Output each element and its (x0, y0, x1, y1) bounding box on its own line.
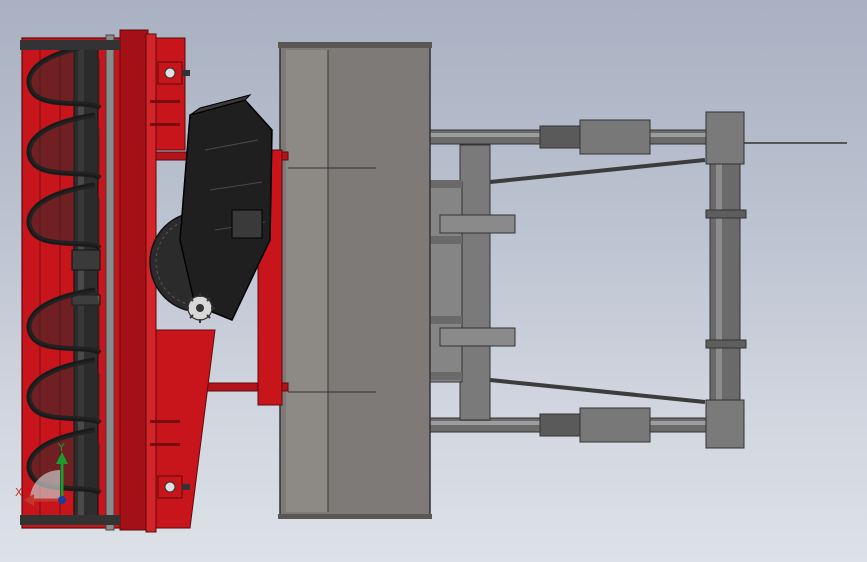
mount-plate (427, 181, 463, 383)
gear-hub (196, 304, 204, 312)
auger-cutting-bar (105, 34, 115, 531)
loader-frame[interactable] (424, 111, 847, 449)
bucket-top-edge (278, 42, 432, 48)
cad-graphics-viewport[interactable]: X Y (0, 0, 867, 562)
upper-mount-pin (439, 214, 516, 234)
rear-clamp-1 (705, 209, 747, 219)
bucket-side-panel (286, 50, 328, 512)
mount-bar-1 (428, 180, 462, 188)
bucket-bottom-edge (278, 514, 432, 519)
rear-crossmember[interactable] (709, 117, 741, 444)
mount-bar-4 (428, 372, 462, 380)
lower-arm-cylinder (539, 413, 581, 437)
lower-mount-pin (439, 327, 516, 347)
lower-arm-joint (579, 407, 651, 443)
upper-arm-joint (579, 119, 651, 155)
cad-model-view[interactable] (0, 0, 867, 562)
upper-arm-cylinder (539, 125, 581, 149)
upper-tilt-link (489, 158, 706, 184)
lower-tilt-link (489, 378, 706, 404)
housing-back-wall (119, 29, 149, 531)
auger-bottom-end-plate (20, 515, 120, 525)
loader-bucket[interactable] (278, 42, 432, 519)
rear-clamp-2 (705, 339, 747, 349)
rear-lower-bracket (705, 399, 745, 449)
mount-bar-2 (428, 236, 462, 244)
triad-x-label: X (15, 486, 23, 499)
auger-top-end-plate (20, 40, 120, 50)
chute-motor (231, 209, 263, 239)
mount-bar-3 (428, 316, 462, 324)
rear-upper-bracket (705, 111, 745, 165)
inner-vertical-frame (459, 144, 491, 421)
auger-center-hub (71, 249, 101, 271)
rear-crossmember-highlight (716, 118, 722, 443)
triad-y-label: Y (58, 441, 65, 454)
z-axis-dot (58, 496, 66, 504)
